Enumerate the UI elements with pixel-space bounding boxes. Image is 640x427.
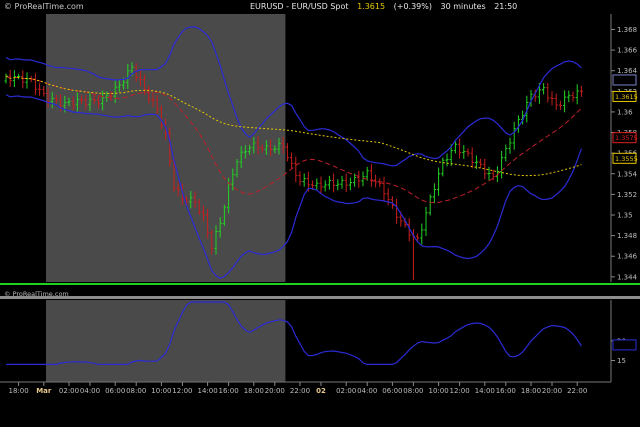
time-tick-label: 04:00 [80,387,100,395]
price-tag-box [612,74,637,86]
time-tick-label: 20:00 [542,387,562,395]
price-tick-label: 1.368 [617,26,637,34]
price-tag: 1.3575 [612,132,638,144]
price-tick-label: 1.346 [617,253,638,261]
header-change: (+0.39%) [393,2,432,11]
shaded-session-region-oscillator [46,300,286,382]
time-tick-label: 08:00 [126,387,146,395]
time-tick-label: 18:00 [521,387,541,395]
time-tick-label: 06:00 [382,387,402,395]
time-tick-label: 20:00 [265,387,285,395]
price-tag: 1.3615 [612,90,638,102]
time-tick-label: 16:00 [496,387,516,395]
price-tag-label: 1.3615 [615,93,638,101]
footer-site: © ProRealTime.com [4,290,69,298]
time-tick-label: 14:00 [198,387,218,395]
time-tick-label: 12:00 [450,387,470,395]
price-tag-label: 1.3555 [615,155,638,163]
header-timeframe: 30 minutes [440,2,486,11]
price-tick-label: 1.354 [617,170,638,178]
header-close: 1.3615 [357,2,386,11]
price-chart: 1.3681.3661.3641.3621.361.3581.3561.3541… [0,14,640,395]
time-tick-label: 16:00 [219,387,239,395]
price-tag-label: 1.3575 [615,134,638,142]
time-tick-label: 18:00 [244,387,264,395]
time-tick-label: 06:00 [105,387,125,395]
price-tick-label: 1.364 [617,67,638,75]
header-site: © ProRealTime.com [4,2,84,11]
price-tick-label: 1.348 [617,232,637,240]
time-tick-label: 12:00 [172,387,192,395]
time-tick-label: 18:00 [9,387,29,395]
time-tick-label: 22:00 [290,387,310,395]
time-tick-label: 04:00 [357,387,377,395]
price-tick-label: 1.35 [617,212,633,220]
time-tick-label: Mar [36,387,52,395]
header-time: 21:50 [494,2,518,11]
price-tick-label: 1.36 [617,108,633,116]
separator-bar-gray [0,296,640,299]
price-tag [612,74,637,86]
time-tick-label: 02:00 [336,387,356,395]
time-tick-label: 22:00 [567,387,587,395]
oscillator-last-value-box [612,339,637,351]
time-tick-label: 02:00 [59,387,79,395]
oscillator-tick-label: 15 [617,357,626,365]
time-tick-label: 10:00 [151,387,171,395]
time-tick-label: 14:00 [475,387,495,395]
price-tick-label: 1.352 [617,191,637,199]
price-tag: 1.3555 [612,152,638,164]
time-tick-label: 02 [316,387,326,395]
time-tick-label: 08:00 [403,387,423,395]
price-tick-label: 1.366 [617,47,638,55]
time-tick-label: 10:00 [429,387,449,395]
separator-bar-green [0,283,640,285]
header-symbol: EURUSD - EUR/USD Spot [250,2,349,11]
time-axis: 18:00 Mar 02:00 04:00 06:00 08:00 10:00 12:00 14… [0,381,611,395]
price-tick-label: 1.344 [617,273,638,281]
header-quote: EURUSD - EUR/USD Spot 1.3615 (+0.39%) 30… [250,0,523,14]
